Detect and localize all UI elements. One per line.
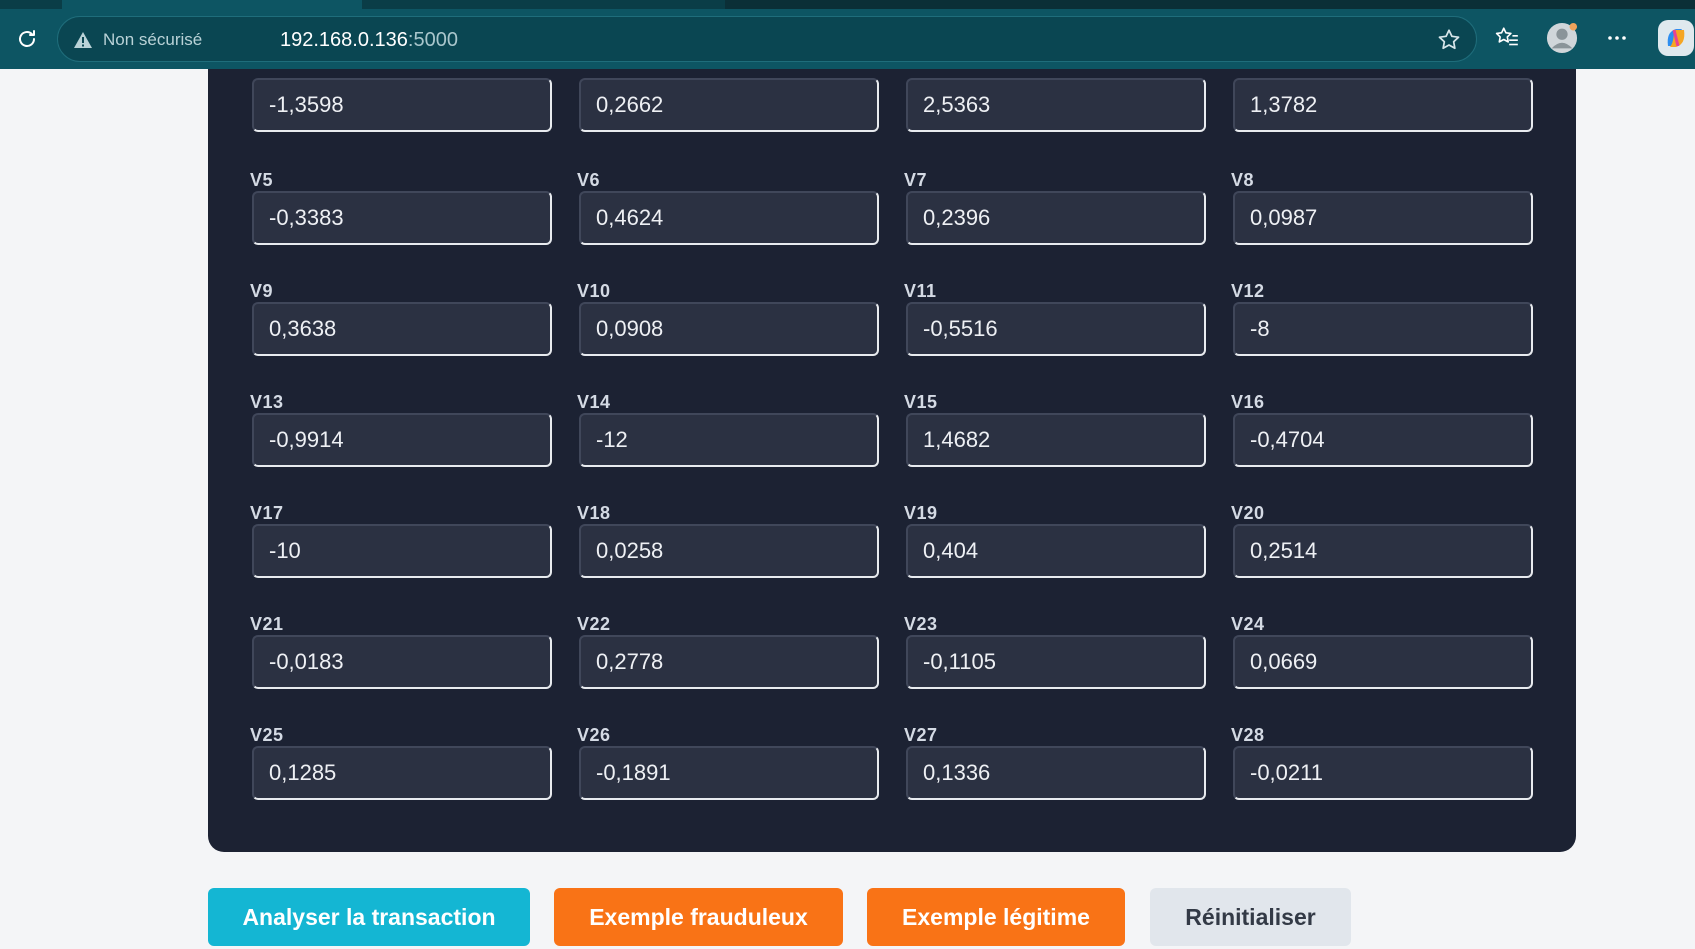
field-input-v6[interactable] — [579, 191, 879, 245]
tab-strip — [0, 0, 1695, 9]
copilot-icon[interactable] — [1656, 20, 1695, 56]
field-input-v11[interactable] — [906, 302, 1206, 356]
active-tab[interactable] — [62, 0, 362, 9]
reset-button[interactable]: Réinitialiser — [1150, 888, 1351, 946]
field-input-v15[interactable] — [906, 413, 1206, 467]
favorites-icon[interactable] — [1491, 22, 1523, 54]
browser-toolbar: Non sécurisé 192.168.0.136:5000 — [0, 0, 1695, 69]
field-input-v4[interactable] — [1233, 78, 1533, 132]
field-input-v7[interactable] — [906, 191, 1206, 245]
reload-icon[interactable] — [12, 24, 42, 54]
field-input-v17[interactable] — [252, 524, 552, 578]
inactive-tab[interactable] — [725, 0, 1695, 9]
url-text[interactable]: 192.168.0.136:5000 — [280, 29, 458, 52]
field-input-v9[interactable] — [252, 302, 552, 356]
field-input-v8[interactable] — [1233, 191, 1533, 245]
security-status[interactable]: Non sécurisé — [103, 30, 202, 50]
fraud-example-button[interactable]: Exemple frauduleux — [554, 888, 843, 946]
field-input-v24[interactable] — [1233, 635, 1533, 689]
field-input-v16[interactable] — [1233, 413, 1533, 467]
url-host: 192.168.0.136 — [280, 29, 408, 51]
field-input-v13[interactable] — [252, 413, 552, 467]
profile-icon[interactable] — [1546, 22, 1578, 54]
field-input-v14[interactable] — [579, 413, 879, 467]
field-input-v18[interactable] — [579, 524, 879, 578]
field-input-v23[interactable] — [906, 635, 1206, 689]
field-input-v5[interactable] — [252, 191, 552, 245]
field-input-v20[interactable] — [1233, 524, 1533, 578]
field-input-v22[interactable] — [579, 635, 879, 689]
field-input-v1[interactable] — [252, 78, 552, 132]
field-input-v19[interactable] — [906, 524, 1206, 578]
star-icon[interactable] — [1436, 27, 1462, 53]
more-icon[interactable] — [1601, 22, 1633, 54]
warning-icon[interactable] — [72, 29, 94, 51]
analyze-transaction-button[interactable]: Analyser la transaction — [208, 888, 530, 946]
legit-example-button[interactable]: Exemple légitime — [867, 888, 1125, 946]
field-input-v3[interactable] — [906, 78, 1206, 132]
field-input-v25[interactable] — [252, 746, 552, 800]
address-bar[interactable]: Non sécurisé 192.168.0.136:5000 — [57, 16, 1477, 62]
field-input-v2[interactable] — [579, 78, 879, 132]
field-input-v26[interactable] — [579, 746, 879, 800]
field-input-v28[interactable] — [1233, 746, 1533, 800]
field-input-v10[interactable] — [579, 302, 879, 356]
field-input-v27[interactable] — [906, 746, 1206, 800]
field-input-v12[interactable] — [1233, 302, 1533, 356]
field-input-v21[interactable] — [252, 635, 552, 689]
url-port: :5000 — [407, 29, 458, 51]
